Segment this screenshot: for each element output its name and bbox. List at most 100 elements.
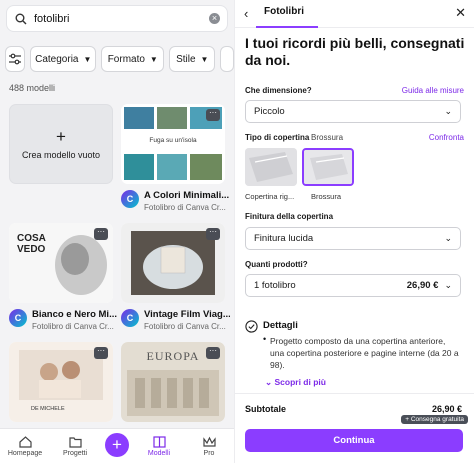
filter-settings-button[interactable]	[5, 46, 26, 72]
template-thumbnail[interactable]: ···	[121, 223, 225, 303]
filter-formato[interactable]: Formato ▼	[101, 46, 165, 72]
create-fab-button[interactable]: +	[105, 433, 129, 457]
template-subtitle: Fotolibro di Canva Cr...	[144, 322, 226, 331]
quantity-select-value: 1 fotolibro	[254, 280, 296, 291]
size-guide-link[interactable]: Guida alle misure	[402, 86, 464, 95]
nav-label: Modelli	[147, 449, 171, 457]
check-circle-icon	[245, 320, 258, 333]
template-subtitle: Fotolibro di Canva Cr...	[144, 203, 226, 212]
page-title: I tuoi ricordi più belli, consegnati da …	[245, 35, 465, 68]
learn-more-label: Scopri di più	[274, 377, 326, 387]
template-meta: C Vintage Film Viag... Fotolibro di Canva…	[121, 309, 230, 331]
compare-link[interactable]: Confronta	[429, 133, 464, 142]
canva-logo-icon: C	[9, 309, 27, 327]
nav-pro[interactable]: Pro	[189, 436, 229, 457]
filter-bar: Categoria ▼ Formato ▼ Stile ▼	[0, 46, 234, 74]
chevron-down-icon: ▼	[83, 54, 92, 64]
template-subtitle: Fotolibro di Canva Cr...	[32, 322, 114, 331]
chevron-down-icon: ⌄	[265, 377, 273, 387]
create-blank-template[interactable]: + Crea modello vuoto	[9, 104, 113, 184]
finish-select[interactable]: Finitura lucida ⌄	[245, 227, 461, 250]
more-options-icon[interactable]: ···	[206, 109, 220, 121]
chevron-down-icon: ⌄	[444, 106, 452, 116]
filter-label: Stile	[176, 53, 196, 65]
photobook-order-panel: ‹ Fotolibri ✕ I tuoi ricordi più belli, …	[234, 0, 474, 463]
learn-more-link[interactable]: ⌄ Scopri di più	[265, 377, 326, 388]
free-shipping-badge: + Consegna gratuita	[401, 415, 468, 424]
back-arrow-icon[interactable]: ‹	[244, 6, 248, 21]
crown-icon	[202, 436, 216, 447]
template-caption: VEDO	[17, 244, 46, 255]
finish-label: Finitura della copertina	[245, 212, 334, 221]
chevron-down-icon: ⌄	[444, 280, 452, 290]
clear-search-icon[interactable]: ×	[209, 13, 220, 24]
softcover-image	[304, 150, 352, 184]
nav-label: Progetti	[62, 449, 88, 457]
template-thumbnail[interactable]: Fuga su un'isola ···	[121, 104, 225, 184]
more-options-icon[interactable]: ···	[94, 228, 108, 240]
hardcover-image	[245, 148, 297, 186]
home-icon	[18, 435, 32, 448]
cover-option-hardcover[interactable]	[245, 148, 297, 186]
canva-logo-icon: C	[121, 309, 139, 327]
filter-categoria[interactable]: Categoria ▼	[30, 46, 97, 72]
search-input[interactable]: fotolibri	[34, 13, 209, 25]
details-text: Progetto composto da una copertina anter…	[270, 336, 459, 370]
panel-header: ‹ Fotolibri ✕	[235, 0, 474, 28]
template-title[interactable]: Bianco e Nero Mi...	[32, 309, 118, 320]
quantity-select[interactable]: 1 fotolibro 26,90 € ⌄	[245, 274, 461, 297]
cover-option-softcover[interactable]	[302, 148, 354, 186]
nav-home[interactable]: Homepage	[5, 435, 45, 457]
nav-label: Homepage	[7, 449, 43, 457]
filter-more-button[interactable]	[220, 46, 234, 72]
divider	[235, 393, 474, 394]
cover-type-label: Tipo di copertina	[245, 133, 310, 142]
nav-projects[interactable]: Progetti	[55, 436, 95, 457]
filter-label: Categoria	[35, 53, 79, 65]
sliders-icon	[9, 53, 22, 65]
create-blank-label: Crea modello vuoto	[21, 150, 101, 160]
folder-icon	[68, 436, 82, 448]
filter-label: Formato	[107, 53, 145, 65]
nav-models[interactable]: Modelli	[139, 435, 179, 457]
tab-fotolibri[interactable]: Fotolibri	[256, 6, 312, 25]
close-icon[interactable]: ✕	[455, 5, 466, 21]
template-meta: C A Colori Minimali... Fotolibro di Canva…	[121, 190, 230, 212]
size-select[interactable]: Piccolo ⌄	[245, 100, 461, 123]
details-title: Dettagli	[263, 320, 298, 331]
template-meta: C Bianco e Nero Mi... Fotolibro di Canva …	[9, 309, 118, 331]
subtotal-label: Subtotale	[245, 404, 287, 414]
quantity-price: 26,90 €	[406, 280, 439, 291]
size-select-value: Piccolo	[254, 106, 285, 117]
template-caption: COSA	[17, 233, 46, 244]
canva-logo-icon: C	[121, 190, 139, 208]
quantity-label: Quanti prodotti?	[245, 260, 308, 269]
templates-icon	[152, 435, 166, 448]
cover-option-label: Brossura	[311, 192, 342, 201]
search-icon	[14, 12, 28, 26]
template-caption: DE MICHELE	[31, 406, 65, 412]
template-title[interactable]: Vintage Film Viag...	[144, 309, 230, 320]
chevron-down-icon: ⌄	[444, 233, 452, 243]
template-browser: fotolibri × Categoria ▼ Formato ▼ Stile ▼ 4…	[0, 0, 234, 463]
template-title[interactable]: A Colori Minimali...	[144, 190, 230, 201]
finish-select-value: Finitura lucida	[254, 233, 314, 244]
size-label: Che dimensione?	[245, 86, 312, 95]
chevron-down-icon: ▼	[200, 54, 209, 64]
cover-type-value: Brossura	[311, 133, 344, 142]
search-bar[interactable]: fotolibri ×	[6, 5, 228, 32]
more-options-icon[interactable]: ···	[94, 347, 108, 359]
chevron-down-icon: ▼	[149, 54, 158, 64]
cover-option-label: Copertina rig...	[245, 192, 295, 201]
template-thumbnail[interactable]: EUROPA ···	[121, 342, 225, 422]
template-thumbnail[interactable]: COSA VEDO ···	[9, 223, 113, 303]
active-tab-indicator	[256, 26, 318, 28]
bullet-dot: •	[263, 334, 267, 344]
more-options-icon[interactable]: ···	[206, 228, 220, 240]
subtotal-value: 26,90 €	[431, 404, 462, 414]
more-options-icon[interactable]: ···	[206, 347, 220, 359]
filter-stile[interactable]: Stile ▼	[169, 46, 216, 72]
continue-button[interactable]: Continua	[245, 429, 463, 452]
template-thumbnail[interactable]: DE MICHELE ···	[9, 342, 113, 422]
template-caption: Fuga su un'isola	[149, 137, 197, 144]
